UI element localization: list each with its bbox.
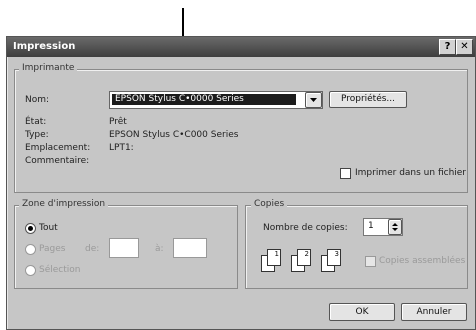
copies-count-stepper[interactable]: 1: [363, 218, 403, 236]
help-icon: ?: [444, 41, 451, 52]
location-value: LPT1:: [109, 143, 134, 153]
collate-page: 1: [267, 249, 281, 266]
print-range-group-label: Zone d'impression: [19, 199, 109, 209]
range-to-input[interactable]: [173, 238, 207, 258]
collate-label: Copies assemblées: [379, 256, 466, 266]
print-to-file-label: Imprimer dans un fichier: [355, 168, 467, 178]
type-label: Type:: [25, 130, 49, 140]
collate-illustration: 1 1 2 2 3 3: [259, 247, 359, 277]
location-label: Emplacement:: [25, 143, 91, 153]
cancel-button[interactable]: Annuler: [401, 303, 467, 321]
range-pages-radio[interactable]: [25, 244, 36, 255]
comment-label: Commentaire:: [25, 156, 90, 166]
properties-button[interactable]: Propriétés...: [329, 91, 407, 108]
status-value: Prêt: [109, 117, 127, 127]
printer-name-select[interactable]: EPSON Stylus C•0000 Series: [109, 91, 323, 109]
copies-count-label: Nombre de copies:: [263, 223, 348, 233]
range-to-label: à:: [155, 244, 164, 254]
printer-group-label: Imprimante: [19, 63, 78, 73]
print-dialog: Impression ? ✕ Imprimante Nom: EPSON Sty…: [6, 36, 476, 330]
spin-arrows-icon: [392, 223, 398, 231]
copies-group-label: Copies: [251, 199, 288, 209]
close-button[interactable]: ✕: [456, 39, 473, 55]
range-from-label: de:: [85, 244, 100, 254]
copies-spin-button[interactable]: [388, 219, 402, 235]
collate-page: 3: [327, 249, 341, 266]
printer-dropdown-button[interactable]: [305, 92, 322, 108]
copies-count-value: 1: [368, 221, 374, 231]
help-button[interactable]: ?: [439, 39, 456, 55]
close-icon: ✕: [460, 41, 469, 52]
ok-button[interactable]: OK: [329, 303, 395, 321]
status-label: État:: [25, 117, 47, 127]
collate-page: 2: [297, 249, 311, 266]
printer-name-value: EPSON Stylus C•0000 Series: [112, 94, 296, 105]
range-all-label: Tout: [39, 223, 58, 233]
chevron-down-icon: [310, 98, 317, 102]
collate-checkbox[interactable]: [365, 256, 376, 267]
title-bar: Impression ? ✕: [7, 37, 475, 57]
range-all-radio[interactable]: [25, 223, 36, 234]
range-from-input[interactable]: [109, 238, 139, 258]
range-selection-radio[interactable]: [25, 265, 36, 276]
print-to-file-checkbox[interactable]: [340, 168, 351, 179]
printer-name-label: Nom:: [25, 95, 50, 105]
range-pages-label: Pages: [39, 244, 66, 254]
range-selection-label: Sélection: [39, 265, 81, 275]
type-value: EPSON Stylus C•C000 Series: [109, 130, 239, 140]
window-title: Impression: [13, 41, 76, 52]
